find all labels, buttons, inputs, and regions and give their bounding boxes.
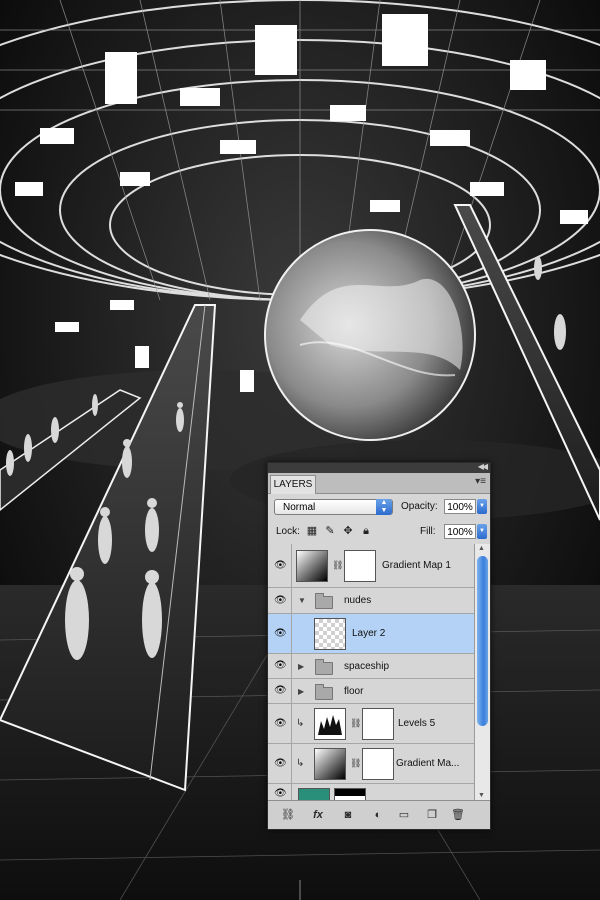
eye-icon[interactable]: 👁︎ — [268, 704, 292, 743]
collapse-icon[interactable]: ◀◀ — [478, 462, 488, 471]
layer-name: Levels 5 — [398, 718, 436, 729]
eye-icon[interactable]: 👁︎ — [268, 679, 292, 703]
expanded-triangle-icon[interactable]: ▼ — [298, 596, 306, 605]
lock-position-icon[interactable]: ✥ — [342, 525, 354, 537]
layer-row-gradient-map-1[interactable]: 👁︎ ⛓ Gradient Map 1 — [268, 544, 474, 588]
scroll-up-icon[interactable]: ▲ — [478, 545, 485, 552]
layer-name: Layer 2 — [352, 628, 386, 639]
folder-icon — [315, 684, 333, 700]
layers-panel: ◀◀ LAYERS ▾≡ Normal ▲ ▼ Opacity: 100% ▼ L… — [267, 462, 491, 830]
panel-tabbar: LAYERS ▾≡ — [268, 473, 490, 494]
mask-thumbnail — [334, 788, 366, 800]
mask-thumbnail — [344, 550, 376, 582]
trash-icon[interactable]: 🗑︎ — [450, 808, 466, 822]
blend-opacity-row: Normal ▲ ▼ Opacity: 100% ▼ — [268, 494, 490, 520]
scroll-down-icon[interactable]: ▼ — [478, 792, 485, 799]
layer-row-nudes[interactable]: 👁︎ ▼ nudes — [268, 588, 474, 614]
link-layers-icon[interactable]: ⛓ — [280, 808, 296, 822]
lock-transparency-icon[interactable]: ▦ — [306, 525, 318, 537]
folder-icon — [315, 659, 333, 675]
chain-icon: ⛓ — [350, 758, 362, 768]
panel-titlebar[interactable]: ◀◀ — [268, 462, 490, 473]
transparent-thumbnail — [314, 618, 346, 650]
collapsed-triangle-icon[interactable]: ▶ — [298, 687, 304, 696]
opacity-dropdown-icon[interactable]: ▼ — [477, 499, 487, 514]
gradient-thumbnail — [314, 748, 346, 780]
layer-name: floor — [344, 686, 364, 697]
new-group-icon[interactable]: ▭ — [396, 808, 412, 822]
layer-row-layer-2[interactable]: 👁︎ Layer 2 — [268, 614, 474, 654]
lock-pixels-icon[interactable]: ✎ — [324, 525, 336, 537]
add-mask-icon[interactable]: ◙ — [340, 808, 356, 822]
layer-name: spaceship — [344, 661, 390, 672]
layers-scrollbar[interactable]: ▲ ▼ — [474, 544, 490, 800]
fill-label: Fill: — [420, 526, 436, 537]
eye-icon[interactable]: 👁︎ — [268, 744, 292, 783]
select-arrows-icon: ▲ ▼ — [376, 499, 392, 515]
new-layer-icon[interactable]: ❐ — [424, 808, 440, 822]
blend-mode-value: Normal — [283, 502, 316, 513]
layer-row-levels-5[interactable]: 👁︎ ↳ ⛓ Levels 5 — [268, 704, 474, 744]
eye-icon[interactable]: 👁︎ — [268, 588, 292, 613]
layer-row-spaceship[interactable]: 👁︎ ▶ spaceship — [268, 654, 474, 679]
adjustment-icon[interactable]: ◐ — [370, 808, 386, 822]
layer-name: nudes — [344, 595, 372, 606]
layer-name: Gradient Map 1 — [382, 560, 451, 571]
lock-fill-row: Lock: ▦ ✎ ✥ 🔒︎ Fill: 100% ▼ — [268, 520, 490, 545]
levels-thumbnail — [314, 708, 346, 740]
lock-label: Lock: — [276, 526, 300, 537]
eye-icon[interactable]: 👁︎ — [268, 654, 292, 678]
photo-thumbnail — [298, 788, 330, 800]
eye-icon[interactable]: 👁︎ — [268, 544, 292, 587]
tab-layers[interactable]: LAYERS — [270, 475, 316, 494]
chain-icon: ⛓ — [350, 718, 362, 728]
clipping-arrow-icon: ↳ — [296, 718, 305, 729]
blend-mode-select[interactable]: Normal ▲ ▼ — [274, 499, 393, 515]
mask-thumbnail — [362, 708, 394, 740]
layer-row-floor[interactable]: 👁︎ ▶ floor — [268, 679, 474, 704]
mask-thumbnail — [362, 748, 394, 780]
eye-icon[interactable]: 👁︎ — [268, 614, 292, 653]
layer-row-gradient-map-2[interactable]: 👁︎ ↳ ⛓ Gradient Ma... — [268, 744, 474, 784]
fill-dropdown-icon[interactable]: ▼ — [477, 524, 487, 539]
collapsed-triangle-icon[interactable]: ▶ — [298, 662, 304, 671]
layer-name: Gradient Ma... — [396, 758, 460, 769]
opacity-label: Opacity: — [401, 501, 438, 512]
layers-list: 👁︎ ⛓ Gradient Map 1 👁︎ ▼ nudes 👁︎ Layer … — [268, 544, 474, 800]
scrollbar-thumb[interactable] — [477, 556, 488, 726]
panel-menu-icon[interactable]: ▾≡ — [475, 476, 486, 487]
lock-all-icon[interactable]: 🔒︎ — [360, 525, 372, 537]
folder-icon — [315, 593, 333, 609]
clipping-arrow-icon: ↳ — [296, 758, 305, 769]
layer-row-partial[interactable]: 👁︎ — [268, 784, 474, 800]
opacity-field[interactable]: 100% — [444, 499, 476, 514]
panel-footer: ⛓ fx ◙ ◐ ▭ ❐ 🗑︎ — [268, 800, 490, 829]
fill-field[interactable]: 100% — [444, 524, 476, 539]
chain-icon: ⛓ — [332, 560, 344, 570]
fx-icon[interactable]: fx — [310, 808, 326, 822]
gradient-thumbnail — [296, 550, 328, 582]
eye-icon[interactable]: 👁︎ — [268, 784, 292, 800]
